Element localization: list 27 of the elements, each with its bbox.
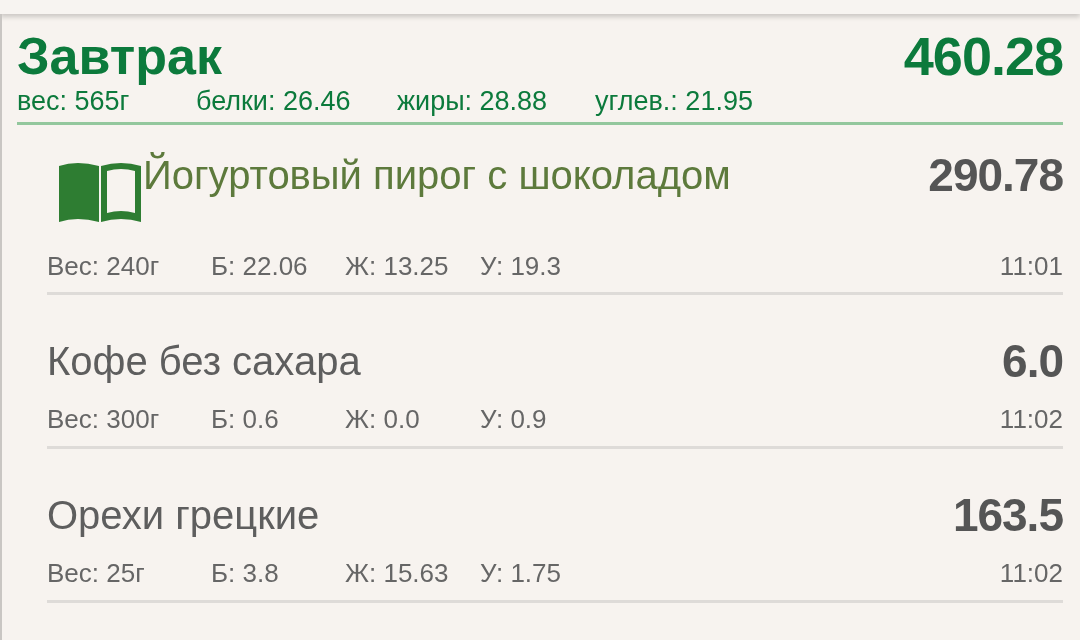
food-name: Кофе без сахара [47, 338, 361, 385]
protein-label: Б: 0.6 [211, 404, 279, 434]
carbs-label: У: 1.75 [480, 558, 561, 588]
meal-title: Завтрак [17, 26, 222, 86]
carbs-label: У: 19.3 [480, 251, 561, 281]
time-label: 11:01 [999, 250, 1063, 282]
meal-calories: 460.28 [903, 26, 1063, 86]
fat-total: жиры: 28.88 [397, 86, 548, 116]
weight-label: Вес: 25г [47, 558, 145, 588]
carbs-label: У: 0.9 [480, 404, 547, 434]
protein-label: Б: 22.06 [211, 251, 308, 281]
time-label: 11:02 [999, 403, 1063, 435]
carbs-total: углев.: 21.95 [595, 86, 753, 116]
food-name: Орехи грецкие [47, 492, 320, 539]
protein-label: Б: 3.8 [211, 558, 279, 588]
fat-label: Ж: 15.63 [345, 558, 449, 588]
calories-value: 6.0 [1002, 337, 1063, 385]
fat-label: Ж: 0.0 [345, 404, 420, 434]
calories-value: 163.5 [952, 491, 1063, 539]
weight-total: вес: 565г [17, 86, 130, 116]
calories-value: 290.78 [928, 151, 1063, 199]
fat-label: Ж: 13.25 [345, 251, 449, 281]
time-label: 11:02 [999, 557, 1063, 589]
protein-total: белки: 26.46 [196, 86, 351, 116]
food-name: Йогуртовый пирог с шоколадом [143, 151, 731, 199]
weight-label: Вес: 240г [47, 251, 160, 281]
weight-label: Вес: 300г [47, 404, 160, 434]
